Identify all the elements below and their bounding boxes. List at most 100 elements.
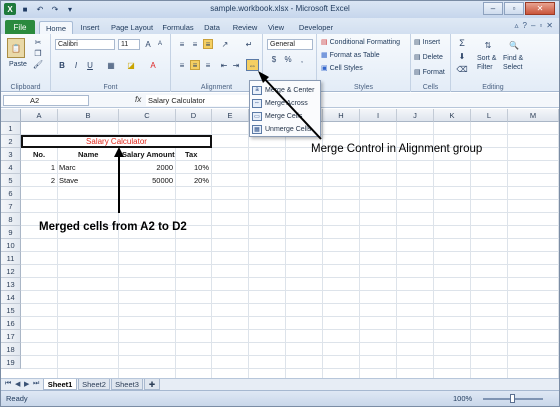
find-label[interactable]: Find & [503,55,523,62]
merged-cell-a2-d2[interactable]: Salary Calculator [21,135,212,148]
column-header-d[interactable]: D [176,109,212,122]
align-middle-icon[interactable]: ≡ [190,39,200,49]
column-header-c[interactable]: C [119,109,176,122]
comma-icon[interactable]: , [297,54,307,64]
header-tax[interactable]: Tax [185,148,197,161]
menu-item-merge-cells[interactable]: ▭ Merge Cells [252,110,319,122]
wrap-text-icon[interactable]: ↵ [243,39,255,49]
tab-insert[interactable]: Insert [75,21,105,34]
delete-cells-button[interactable]: ▤ Delete [414,53,443,62]
align-top-icon[interactable]: ≡ [177,39,187,49]
cell-styles-button[interactable]: ▣ Cell Styles [321,64,363,73]
align-center-icon[interactable]: ≡ [190,60,200,70]
font-name-select[interactable]: Calibri [55,39,115,50]
format-painter-icon[interactable]: 🖌 [33,60,43,69]
tab-review[interactable]: Review [229,21,261,34]
row-header-1[interactable]: 1 [1,122,21,135]
name-box[interactable]: A2 [3,95,89,106]
insert-sheet-icon[interactable]: ✚ [144,379,160,390]
fill-icon[interactable]: ⬇ [457,51,467,61]
paste-button[interactable]: Paste [9,61,27,68]
menu-item-merge-across[interactable]: ⇔ Merge Across [252,97,319,109]
help-icon[interactable]: ? [523,21,527,30]
menu-item-unmerge-cells[interactable]: ▦ Unmerge Cells [252,123,319,135]
column-header-j[interactable]: J [397,109,434,122]
select-all-corner[interactable] [1,109,21,122]
tab-page-layout[interactable]: Page Layout [107,21,157,34]
row-header-7[interactable]: 7 [1,200,21,213]
row-header-5[interactable]: 5 [1,174,21,187]
increase-indent-icon[interactable]: ⇥ [231,60,241,70]
cell-c5[interactable]: 50000 [119,174,176,187]
column-header-a[interactable]: A [21,109,58,122]
row-header-3[interactable]: 3 [1,148,21,161]
paste-icon[interactable]: 📋 [7,38,25,58]
decrease-indent-icon[interactable]: ⇤ [219,60,229,70]
cell-b5[interactable]: Stave [59,174,78,187]
italic-icon[interactable]: I [71,60,81,70]
merge-center-icon[interactable]: ⇔ [246,59,259,71]
next-sheet-icon[interactable]: ▶ [24,380,29,388]
last-sheet-icon[interactable]: ⏭ [33,380,39,388]
tab-home[interactable]: Home [39,21,73,34]
row-header-13[interactable]: 13 [1,278,21,291]
insert-cells-button[interactable]: ▤ Insert [414,38,440,47]
clear-icon[interactable]: ⌫ [456,64,467,74]
bold-icon[interactable]: B [57,60,67,70]
column-header-b[interactable]: B [58,109,119,122]
column-header-m[interactable]: M [508,109,559,122]
column-header-l[interactable]: L [471,109,508,122]
copy-icon[interactable]: ❐ [33,49,43,58]
maximize-button[interactable]: ▫ [504,2,524,15]
sort-filter-icon[interactable]: ⇅ [481,38,495,52]
column-header-h[interactable]: H [323,109,360,122]
row-header-15[interactable]: 15 [1,304,21,317]
row-header-11[interactable]: 11 [1,252,21,265]
row-header-16[interactable]: 16 [1,317,21,330]
close-button[interactable]: ✕ [525,2,555,15]
tab-view[interactable]: View [263,21,289,34]
row-header-9[interactable]: 9 [1,226,21,239]
first-sheet-icon[interactable]: ⏮ [5,380,11,388]
underline-icon[interactable]: U [85,60,95,70]
row-header-18[interactable]: 18 [1,343,21,356]
zoom-level[interactable]: 100% [453,394,472,403]
formula-input[interactable]: Salary Calculator [146,95,250,106]
row-header-17[interactable]: 17 [1,330,21,343]
tab-formulas[interactable]: Formulas [159,21,197,34]
font-color-icon[interactable]: A [147,60,159,70]
row-header-14[interactable]: 14 [1,291,21,304]
row-header-2[interactable]: 2 [1,135,21,148]
currency-icon[interactable]: $ [269,54,279,64]
minimize-ribbon-icon[interactable]: ▵ [515,21,519,30]
fill-color-icon[interactable]: ◪ [125,60,137,70]
percent-icon[interactable]: % [283,54,293,64]
header-no[interactable]: No. [33,148,45,161]
menu-item-merge-center[interactable]: a Merge & Center [252,84,319,96]
cut-icon[interactable]: ✂ [33,38,43,47]
workbook-minimize-icon[interactable]: – [531,21,535,30]
find-select-icon[interactable]: 🔍 [507,38,521,52]
cell-b4[interactable]: Marc [59,161,76,174]
format-as-table-button[interactable]: ▦ Format as Table [321,51,380,60]
font-size-select[interactable]: 11 [118,39,140,50]
row-header-19[interactable]: 19 [1,356,21,369]
row-header-8[interactable]: 8 [1,213,21,226]
cell-d5[interactable]: 20% [176,174,212,187]
zoom-slider-thumb[interactable] [510,394,515,403]
cell-c4[interactable]: 2000 [119,161,176,174]
align-bottom-icon[interactable]: ≡ [203,39,213,49]
format-cells-button[interactable]: ▤ Format [414,68,445,77]
header-salary[interactable]: Salary Amount [122,148,175,161]
column-header-k[interactable]: K [434,109,471,122]
select-label[interactable]: Select [503,64,522,71]
orientation-icon[interactable]: ↗ [219,39,231,49]
row-header-4[interactable]: 4 [1,161,21,174]
cell-d4[interactable]: 10% [176,161,212,174]
grow-font-icon[interactable]: A [143,39,153,49]
sheet-tab-3[interactable]: Sheet3 [111,379,143,390]
column-header-e[interactable]: E [212,109,249,122]
shrink-font-icon[interactable]: A [155,39,165,49]
cell-a5[interactable]: 2 [21,174,58,187]
row-header-6[interactable]: 6 [1,187,21,200]
